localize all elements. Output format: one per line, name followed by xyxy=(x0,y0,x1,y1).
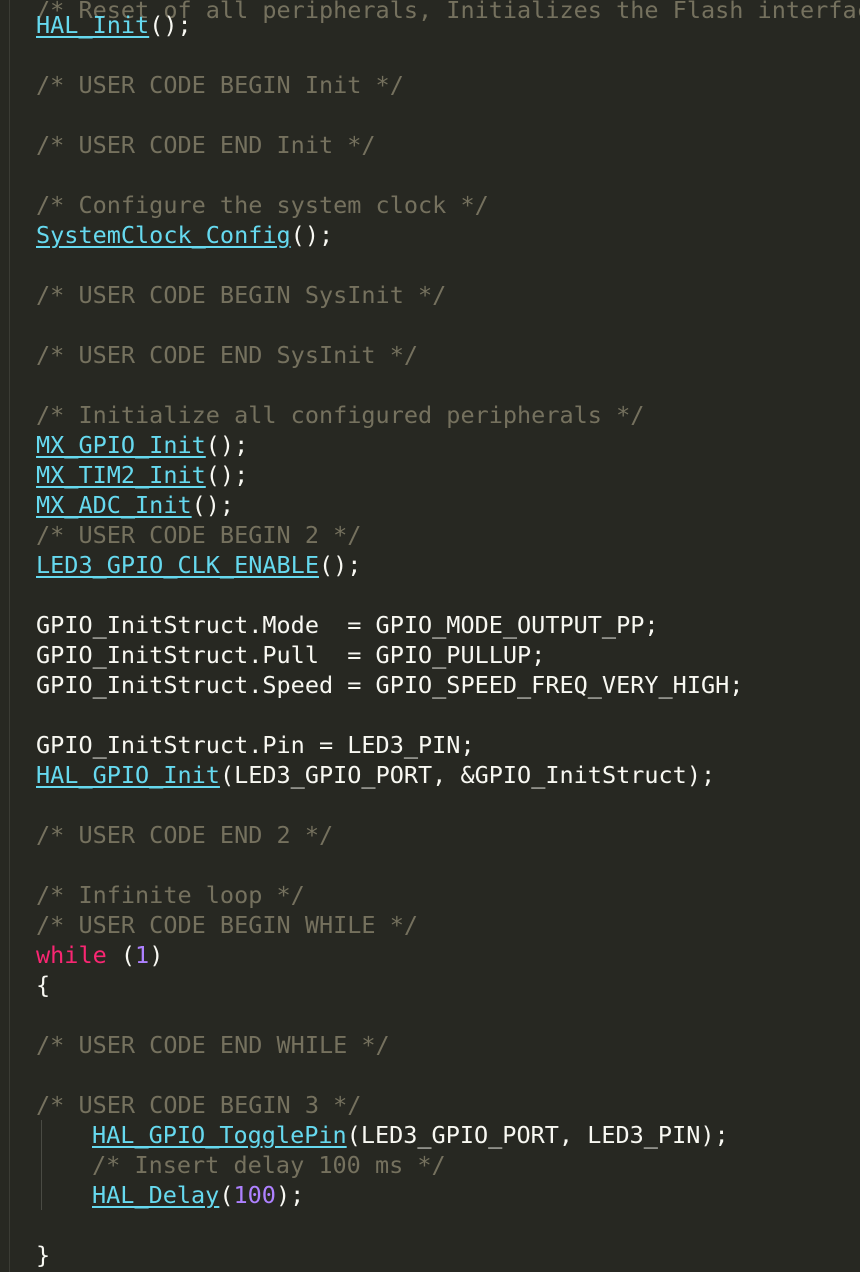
code-token-comment: /* USER CODE END Init */ xyxy=(36,131,376,159)
code-line[interactable]: GPIO_InitStruct.Pin = LED3_PIN; xyxy=(36,730,475,760)
code-line[interactable]: HAL_GPIO_TogglePin(LED3_GPIO_PORT, LED3_… xyxy=(92,1120,729,1150)
code-token-plain: ( xyxy=(106,941,136,969)
code-token-comment: /* Insert delay 100 ms */ xyxy=(92,1151,446,1179)
code-token-func: HAL_Init xyxy=(36,11,150,39)
code-line[interactable]: } xyxy=(36,1240,50,1270)
code-editor[interactable]: /* Reset of all peripherals, Initializes… xyxy=(0,0,860,1272)
code-token-plain: GPIO_InitStruct.Pull = GPIO_PULLUP; xyxy=(36,641,546,669)
code-token-plain: GPIO_InitStruct.Speed = GPIO_SPEED_FREQ_… xyxy=(36,671,744,699)
code-token-plain: (); xyxy=(149,11,192,39)
code-line[interactable]: HAL_Delay(100); xyxy=(92,1180,304,1210)
code-token-comment: /* USER CODE END WHILE */ xyxy=(36,1031,390,1059)
code-token-comment: /* Initialize all configured peripherals… xyxy=(36,401,645,429)
code-token-plain: (); xyxy=(290,221,334,249)
code-token-plain: GPIO_InitStruct.Mode = GPIO_MODE_OUTPUT_… xyxy=(36,611,659,639)
code-token-keyword: while xyxy=(36,941,107,969)
code-line[interactable]: /* USER CODE END WHILE */ xyxy=(36,1030,390,1060)
code-token-comment: /* Configure the system clock */ xyxy=(36,191,489,219)
code-token-plain: (LED3_GPIO_PORT, LED3_PIN); xyxy=(346,1121,729,1149)
code-line[interactable]: /* USER CODE BEGIN WHILE */ xyxy=(36,910,418,940)
gutter-divider xyxy=(9,0,10,1272)
code-line[interactable]: HAL_GPIO_Init(LED3_GPIO_PORT, &GPIO_Init… xyxy=(36,760,715,790)
code-line[interactable]: SystemClock_Config(); xyxy=(36,220,333,250)
code-token-comment: /* USER CODE END 2 */ xyxy=(36,821,334,849)
code-line[interactable]: GPIO_InitStruct.Speed = GPIO_SPEED_FREQ_… xyxy=(36,670,743,700)
indent-guide xyxy=(41,1180,42,1210)
code-line[interactable]: HAL_Init(); xyxy=(36,10,192,40)
code-line[interactable]: MX_GPIO_Init(); xyxy=(36,430,248,460)
code-token-func: HAL_GPIO_TogglePin xyxy=(92,1121,347,1149)
code-line[interactable]: /* Initialize all configured peripherals… xyxy=(36,400,644,430)
code-token-plain: ( xyxy=(219,1181,234,1209)
code-token-number: 100 xyxy=(233,1181,276,1209)
indent-guide xyxy=(41,1120,42,1150)
code-line[interactable]: /* USER CODE BEGIN Init */ xyxy=(36,70,404,100)
code-line[interactable]: /* USER CODE END SysInit */ xyxy=(36,340,418,370)
code-token-comment: /* USER CODE END SysInit */ xyxy=(36,341,419,369)
code-line[interactable]: /* Configure the system clock */ xyxy=(36,190,489,220)
code-token-plain: (LED3_GPIO_PORT, &GPIO_InitStruct); xyxy=(219,761,716,789)
code-token-comment: /* USER CODE BEGIN 3 */ xyxy=(36,1091,362,1119)
code-token-func: MX_ADC_Init xyxy=(36,491,192,519)
code-line[interactable]: /* USER CODE END 2 */ xyxy=(36,820,333,850)
code-token-plain: ) xyxy=(149,941,164,969)
code-token-func: SystemClock_Config xyxy=(36,221,291,249)
code-token-func: LED3_GPIO_CLK_ENABLE xyxy=(36,551,319,579)
code-token-func: HAL_GPIO_Init xyxy=(36,761,220,789)
code-token-plain: (); xyxy=(205,431,249,459)
indent-guide xyxy=(41,1150,42,1180)
code-line[interactable]: /* Insert delay 100 ms */ xyxy=(92,1150,446,1180)
code-token-number: 1 xyxy=(135,941,150,969)
code-token-plain: } xyxy=(36,1241,51,1269)
code-line[interactable]: GPIO_InitStruct.Pull = GPIO_PULLUP; xyxy=(36,640,545,670)
code-token-plain: { xyxy=(36,971,51,999)
code-line[interactable]: /* USER CODE BEGIN 3 */ xyxy=(36,1090,361,1120)
code-token-plain: (); xyxy=(205,461,249,489)
code-line[interactable]: LED3_GPIO_CLK_ENABLE(); xyxy=(36,550,361,580)
code-token-plain: (); xyxy=(318,551,362,579)
code-line[interactable]: { xyxy=(36,970,50,1000)
code-token-func: MX_TIM2_Init xyxy=(36,461,206,489)
code-token-comment: /* Infinite loop */ xyxy=(36,881,305,909)
code-line[interactable]: GPIO_InitStruct.Mode = GPIO_MODE_OUTPUT_… xyxy=(36,610,659,640)
code-token-plain: ); xyxy=(275,1181,305,1209)
code-token-func: MX_GPIO_Init xyxy=(36,431,206,459)
code-token-comment: /* USER CODE BEGIN 2 */ xyxy=(36,521,362,549)
code-line[interactable]: MX_ADC_Init(); xyxy=(36,490,234,520)
code-line[interactable]: MX_TIM2_Init(); xyxy=(36,460,248,490)
code-token-comment: /* USER CODE BEGIN WHILE */ xyxy=(36,911,419,939)
code-token-comment: /* USER CODE BEGIN Init */ xyxy=(36,71,404,99)
code-token-func: HAL_Delay xyxy=(92,1181,220,1209)
code-token-plain: GPIO_InitStruct.Pin = LED3_PIN; xyxy=(36,731,475,759)
code-line[interactable]: while (1) xyxy=(36,940,163,970)
code-token-plain: (); xyxy=(191,491,235,519)
code-line[interactable]: /* Infinite loop */ xyxy=(36,880,305,910)
code-line[interactable]: /* USER CODE BEGIN SysInit */ xyxy=(36,280,446,310)
code-line[interactable]: /* USER CODE END Init */ xyxy=(36,130,376,160)
code-line[interactable]: /* USER CODE BEGIN 2 */ xyxy=(36,520,361,550)
code-token-comment: /* USER CODE BEGIN SysInit */ xyxy=(36,281,447,309)
